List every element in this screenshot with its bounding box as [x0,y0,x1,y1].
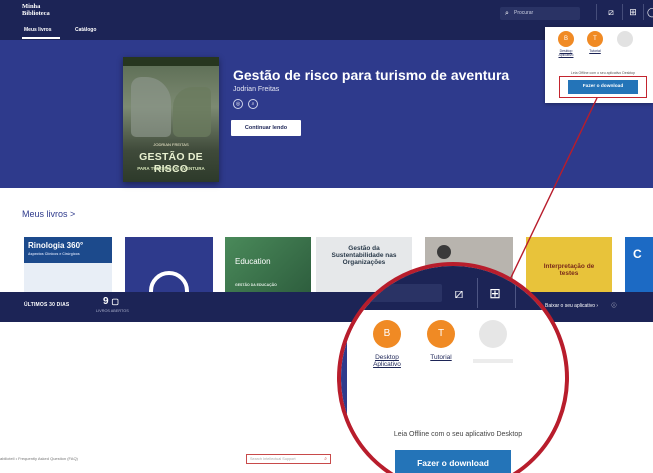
search-icon[interactable]: ⌕ [248,99,258,109]
cover-rock-shape [131,77,171,137]
app-screen: Minha Biblioteca ⌕ Procurar ⧄ ⊞ ◯ Aplica… [0,0,653,473]
book-cover-art [24,263,112,292]
cover-top-strip [123,57,219,66]
book-subtitle: GESTÃO DA EDUCAÇÃO [235,283,277,287]
cover-subtitle: PARA TURISMO DE AVENTURA [137,166,205,171]
book-title[interactable]: Gestão de risco para turismo de aventura [233,67,509,83]
footer-breadcrumb[interactable]: abiliotell • Frequently Asked Question (… [0,456,78,461]
continue-reading-button[interactable]: Continuar lendo [231,120,301,136]
audio-icon[interactable]: ◎ [233,99,243,109]
offline-text: Leia Offline com o seu aplicativo Deskto… [393,431,523,438]
period-label: ÚLTIMOS 30 DIAS [24,302,70,308]
app-icon-desktop: B [373,320,401,348]
search-icon: ⌕ [324,456,327,462]
app-icon-tutorial: T [427,320,455,348]
search-placeholder: Procurar [514,10,534,16]
zoom-apps-panel: B Desktop Aplicativo T Tutorial Leia Off… [347,310,557,473]
zoom-search-field [341,284,442,302]
zoom-content: ⧄ ⊞ B Desktop Aplicativo T Tutorial Leia… [341,266,565,473]
book-title: C [633,247,642,261]
book-placeholder-icon [149,271,189,292]
shelf-book-placeholder[interactable] [125,237,213,292]
offline-text: Leia Offline com o seu aplicativo Deskto… [570,71,636,75]
app-label-desktop[interactable]: Desktop Aplicativo [554,49,578,57]
books-count: 9 ▢ [103,296,119,307]
book-cover[interactable]: JODRIAN FREITAS GESTÃO DE RISCO PARA TUR… [123,57,219,182]
tab-my-books[interactable]: Meus livros [24,27,52,33]
my-books-title: Meus livros [22,209,68,219]
library-logo[interactable]: Minha Biblioteca [22,3,62,17]
shelf-book[interactable]: C [625,237,653,292]
reader-icon[interactable]: ⧄ [604,6,618,19]
toolbar-divider [477,278,478,308]
search-input[interactable]: ⌕ Procurar [500,7,580,20]
toolbar-divider [596,4,597,20]
chevron-right-icon: › [596,303,599,309]
footer-search-placeholder: Search Intellectual Support [250,457,296,461]
toolbar-divider [643,4,644,20]
books-count-label: LIVROS ABERTOS [96,309,129,313]
cover-author: JODRIAN FREITAS [153,142,189,147]
download-highlight-box [559,76,647,98]
app-label-tutorial[interactable]: Tutorial [583,49,607,53]
zoom-magnifier: ⧄ ⊞ B Desktop Aplicativo T Tutorial Leia… [337,262,569,473]
app-placeholder-icon [479,320,507,348]
search-icon: ⌕ [505,10,509,17]
footer-search-input[interactable]: Search Intellectual Support ⌕ [246,454,331,464]
app-label-desktop: Desktop Aplicativo [373,354,401,368]
book-author[interactable]: Jodrian Freitas [233,86,279,93]
top-bar: Minha Biblioteca ⌕ Procurar ⧄ ⊞ ◯ [0,0,653,24]
tab-catalog[interactable]: Catálogo [75,27,96,33]
cover-title: GESTÃO DE RISCO [139,151,203,175]
books-count-value: 9 [103,296,109,307]
toolbar-divider [622,4,623,20]
apps-grid-icon[interactable]: ⊞ [626,6,640,19]
active-tab-indicator [22,37,60,39]
app-placeholder-label [473,359,513,363]
app-label-tutorial: Tutorial [430,354,452,361]
app-icon-tutorial[interactable]: T [587,31,603,47]
shelf-book[interactable]: Education GESTÃO DA EDUCAÇÃO [225,237,311,292]
book-title: Gestão da Sustentabilidade nas Organizaç… [331,245,397,266]
app-placeholder-icon [617,31,633,47]
chevron-right-icon: > [70,209,76,219]
help-icon[interactable]: ⓘ [611,303,616,309]
my-books-heading[interactable]: Meus livros > [22,209,75,219]
book-title: Rinologia 360° [28,241,84,250]
toolbar-divider [515,278,516,308]
book-subtitle: Aspectos Clínicos e Cirúrgicos [28,252,80,256]
reader-icon: ⧄ [454,285,464,301]
logo-line-2: Biblioteca [22,10,50,17]
shelf-book[interactable]: Rinologia 360° Aspectos Clínicos e Cirúr… [24,237,112,292]
logo-line-1: Minha [22,3,41,10]
app-icon-desktop[interactable]: B [558,31,574,47]
book-cover-art [437,245,451,259]
user-icon[interactable]: ◯ [645,6,653,19]
book-title: Education [235,257,271,266]
zoom-hero-edge [341,310,347,473]
download-button: Fazer o download [395,450,511,473]
book-icon: ▢ [111,297,119,306]
apps-grid-icon: ⊞ [489,285,501,301]
cover-rock-shape [173,87,211,137]
